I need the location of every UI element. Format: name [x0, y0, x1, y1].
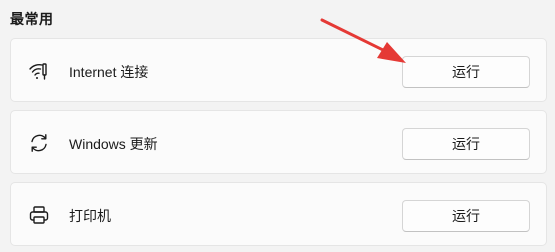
troubleshooter-card-internet: Internet 连接 运行 — [10, 38, 547, 102]
refresh-icon — [28, 132, 50, 154]
run-windows-update-troubleshooter-button[interactable]: 运行 — [402, 128, 530, 160]
run-internet-troubleshooter-button[interactable]: 运行 — [402, 56, 530, 88]
wifi-icon — [28, 60, 50, 82]
troubleshooter-card-printer: 打印机 运行 — [10, 182, 547, 246]
printer-icon — [28, 204, 50, 226]
troubleshooter-card-windows-update: Windows 更新 运行 — [10, 110, 547, 174]
troubleshooter-label: Internet 连接 — [69, 64, 149, 80]
troubleshooter-label: 打印机 — [69, 208, 111, 224]
section-title: 最常用 — [10, 11, 54, 27]
troubleshooter-label: Windows 更新 — [69, 136, 158, 152]
run-printer-troubleshooter-button[interactable]: 运行 — [402, 200, 530, 232]
